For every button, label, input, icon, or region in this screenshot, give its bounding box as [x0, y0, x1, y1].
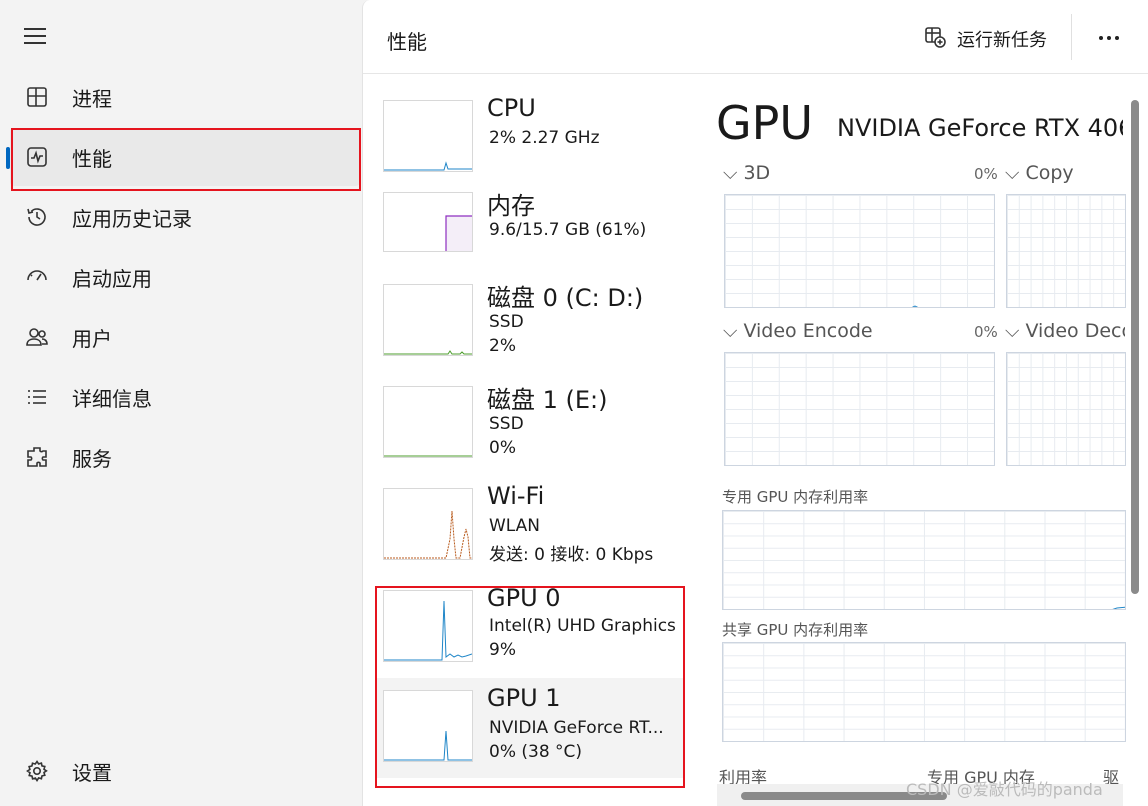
engine-name: Video Decode	[1025, 320, 1125, 342]
vertical-scrollbar[interactable]	[1131, 100, 1139, 594]
processes-icon	[24, 84, 50, 110]
resource-item-memory[interactable]: 内存 9.6/15.7 GB (61%)	[377, 180, 683, 280]
resource-detail: NVIDIA GeForce RT...	[489, 718, 664, 738]
resource-title: Wi-Fi	[487, 482, 545, 510]
users-icon	[24, 324, 50, 350]
wifi-thumbnail-graph	[383, 488, 473, 560]
resource-item-disk-0[interactable]: 磁盘 0 (C: D:) SSD 2%	[377, 272, 683, 372]
resource-detail: 9%	[489, 640, 516, 660]
resource-detail: 发送: 0 接收: 0 Kbps	[489, 545, 654, 565]
header-divider	[1071, 14, 1072, 60]
sidebar-item-services[interactable]: 服务	[10, 428, 360, 486]
engine-graph-copy	[1006, 194, 1126, 308]
engine-selector-video-decode[interactable]: ⌵ Video Decode	[1005, 320, 1125, 342]
sidebar-item-processes[interactable]: 进程	[10, 68, 360, 126]
engine-name: 3D	[743, 162, 771, 184]
resource-detail: 0% (38 °C)	[489, 742, 583, 762]
gpu-model-name: NVIDIA GeForce RTX 4060	[837, 114, 1123, 142]
hamburger-menu-icon[interactable]	[22, 26, 48, 46]
details-icon	[24, 384, 50, 410]
resource-title: 磁盘 0 (C: D:)	[487, 284, 644, 312]
resource-detail: SSD	[489, 414, 524, 434]
run-task-label: 运行新任务	[957, 30, 1047, 51]
resource-item-gpu-1[interactable]: GPU 1 NVIDIA GeForce RT... 0% (38 °C)	[377, 678, 683, 778]
dedicated-memory-label: 专用 GPU 内存利用率	[722, 488, 869, 506]
engine-percent: 0%	[974, 323, 998, 341]
sidebar-item-label: 启动应用	[72, 266, 152, 291]
gear-icon	[24, 758, 50, 784]
resource-item-gpu-0[interactable]: GPU 0 Intel(R) UHD Graphics 9%	[377, 578, 683, 678]
sidebar-item-label: 应用历史记录	[72, 206, 192, 231]
sidebar-item-label: 详细信息	[72, 386, 152, 411]
sidebar-item-settings[interactable]: 设置	[10, 742, 360, 800]
cpu-thumbnail-graph	[383, 100, 473, 172]
resource-detail: SSD	[489, 312, 524, 332]
detail-title: GPU	[716, 96, 814, 150]
sidebar-item-startup-apps[interactable]: 启动应用	[10, 248, 360, 306]
resource-title: 磁盘 1 (E:)	[487, 386, 608, 414]
sidebar-item-label: 进程	[72, 86, 112, 111]
sidebar-item-app-history[interactable]: 应用历史记录	[10, 188, 360, 246]
run-task-icon	[923, 25, 947, 53]
resource-detail: WLAN	[489, 516, 541, 536]
services-icon	[24, 444, 50, 470]
resource-item-cpu[interactable]: CPU 2% 2.27 GHz	[377, 88, 683, 188]
resource-item-wifi[interactable]: Wi-Fi WLAN 发送: 0 接收: 0 Kbps	[377, 476, 683, 576]
engine-selector-video-encode[interactable]: ⌵ Video Encode	[723, 320, 873, 342]
engine-selector-3d[interactable]: ⌵ 3D	[723, 162, 770, 184]
engine-percent: 0%	[974, 165, 998, 183]
resource-detail: 2%	[489, 336, 516, 356]
sidebar-item-label: 性能	[72, 146, 112, 171]
engine-name: Video Encode	[743, 320, 873, 342]
gpu-0-thumbnail-graph	[383, 590, 473, 662]
page-title: 性能	[387, 30, 427, 54]
header: 性能 运行新任务	[363, 0, 1148, 74]
memory-thumbnail-graph	[383, 192, 473, 252]
sidebar-item-details[interactable]: 详细信息	[10, 368, 360, 426]
resource-detail: 2% 2.27 GHz	[489, 128, 600, 148]
resource-title: CPU	[487, 94, 536, 122]
performance-icon	[24, 144, 50, 170]
resource-detail: 9.6/15.7 GB (61%)	[489, 220, 647, 240]
main-panel: 性能 运行新任务 CPU 2% 2.27 GHz 内存 9.6/15.7 GB …	[362, 0, 1148, 806]
sidebar-item-label: 用户	[72, 326, 112, 351]
engine-name: Copy	[1025, 162, 1074, 184]
shared-memory-label: 共享 GPU 内存利用率	[722, 621, 869, 639]
startup-apps-icon	[24, 264, 50, 290]
disk-1-thumbnail-graph	[383, 386, 473, 458]
sidebar-item-users[interactable]: 用户	[10, 308, 360, 366]
shared-memory-graph	[722, 642, 1126, 742]
resource-title: 内存	[487, 192, 535, 220]
app-history-icon	[24, 204, 50, 230]
resource-detail: Intel(R) UHD Graphics	[489, 616, 676, 636]
engine-graph-video-decode	[1006, 352, 1126, 466]
resource-detail: 0%	[489, 438, 516, 458]
gpu-1-thumbnail-graph	[383, 690, 473, 762]
disk-0-thumbnail-graph	[383, 284, 473, 356]
resource-title: GPU 1	[487, 684, 561, 712]
more-options-icon[interactable]	[1093, 26, 1125, 50]
sidebar-item-performance[interactable]: 性能	[6, 128, 360, 186]
dedicated-memory-graph	[722, 510, 1126, 610]
engine-graph-3d	[724, 194, 995, 308]
engine-graph-video-encode	[724, 352, 995, 466]
sidebar-item-label: 服务	[72, 446, 112, 471]
settings-label: 设置	[72, 760, 112, 785]
engine-selector-copy[interactable]: ⌵ Copy	[1005, 162, 1074, 184]
watermark: CSDN @爱敲代码的panda	[906, 780, 1103, 799]
sidebar: 进程 性能 应用历史记录 启动应用 用户 详细信息 服务 设置	[0, 0, 362, 806]
resource-title: GPU 0	[487, 584, 561, 612]
run-new-task-button[interactable]: 运行新任务	[923, 24, 1047, 54]
resource-item-disk-1[interactable]: 磁盘 1 (E:) SSD 0%	[377, 374, 683, 474]
